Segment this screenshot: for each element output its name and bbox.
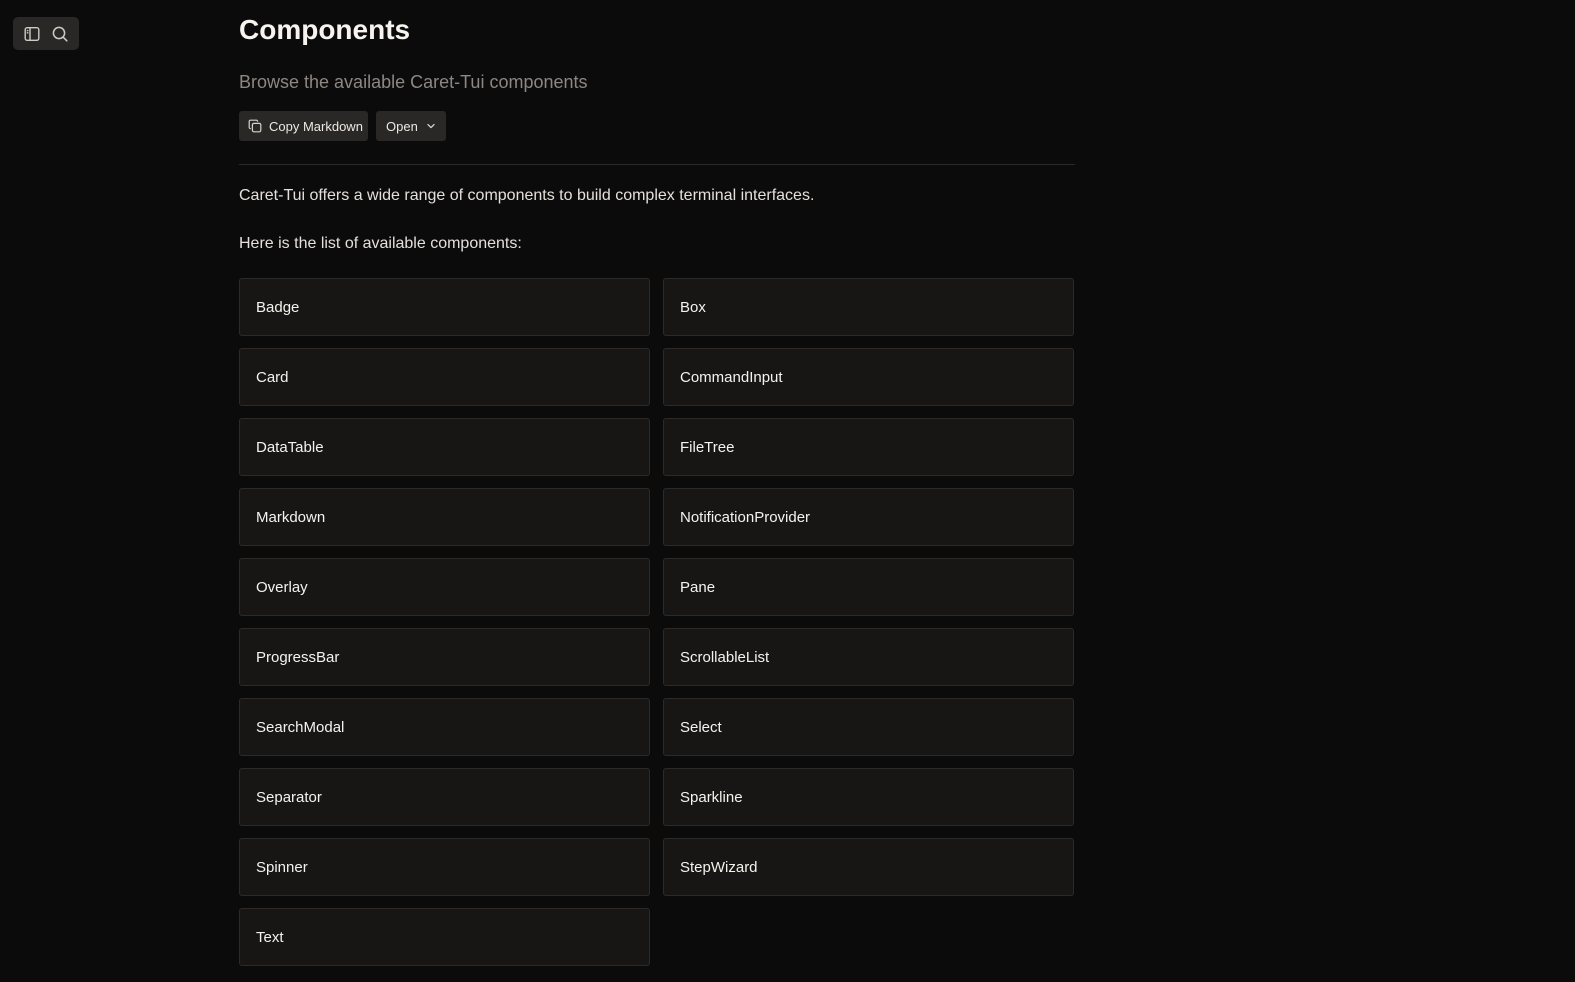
component-card-filetree[interactable]: FileTree (663, 418, 1074, 476)
component-card-separator[interactable]: Separator (239, 768, 650, 826)
copy-markdown-button[interactable]: Copy Markdown (239, 111, 368, 141)
copy-icon (248, 119, 262, 133)
component-card-commandinput[interactable]: CommandInput (663, 348, 1074, 406)
header-divider (239, 164, 1075, 165)
page-subtitle: Browse the available Caret-Tui component… (239, 72, 588, 92)
component-card-stepwizard[interactable]: StepWizard (663, 838, 1074, 896)
component-card-notificationprovider[interactable]: NotificationProvider (663, 488, 1074, 546)
component-card-pane[interactable]: Pane (663, 558, 1074, 616)
component-card-progressbar[interactable]: ProgressBar (239, 628, 650, 686)
page-actions: Copy Markdown Open (239, 111, 446, 141)
search-icon (52, 26, 68, 42)
page-title: Components (239, 14, 411, 45)
component-card-markdown[interactable]: Markdown (239, 488, 650, 546)
sidebar-toggle-button[interactable] (19, 21, 45, 47)
intro-paragraph: Caret-Tui offers a wide range of compone… (239, 187, 815, 204)
component-card-spinner[interactable]: Spinner (239, 838, 650, 896)
component-card-scrollablelist[interactable]: ScrollableList (663, 628, 1074, 686)
component-card-text[interactable]: Text (239, 908, 650, 966)
components-grid: Badge Box Card CommandInput DataTable Fi… (239, 278, 1075, 966)
chevron-down-icon (427, 123, 435, 129)
copy-markdown-label: Copy Markdown (269, 118, 363, 134)
component-card-badge[interactable]: Badge (239, 278, 650, 336)
open-menu-button[interactable]: Open (376, 111, 446, 141)
component-card-sparkline[interactable]: Sparkline (663, 768, 1074, 826)
component-card-select[interactable]: Select (663, 698, 1074, 756)
component-card-box[interactable]: Box (663, 278, 1074, 336)
component-card-overlay[interactable]: Overlay (239, 558, 650, 616)
list-intro-paragraph: Here is the list of available components… (239, 235, 522, 252)
open-menu-label: Open (386, 118, 418, 134)
top-left-toolbar (13, 17, 79, 50)
component-card-card[interactable]: Card (239, 348, 650, 406)
component-card-searchmodal[interactable]: SearchModal (239, 698, 650, 756)
sidebar-panel-icon (24, 26, 40, 41)
search-button[interactable] (47, 21, 73, 47)
component-card-datatable[interactable]: DataTable (239, 418, 650, 476)
